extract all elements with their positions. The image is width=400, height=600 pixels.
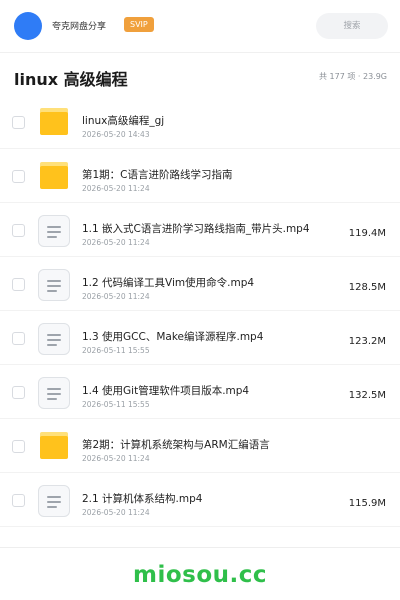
item-name: 1.4 使用Git管理软件项目版本.mp4 <box>82 385 250 397</box>
list-item[interactable]: 2.1 计算机体系结构.mp4 2026-05-20 11:24 115.9M <box>0 473 400 527</box>
svip-badge[interactable]: SVIP <box>124 17 154 32</box>
folder-header: linux 高级编程 共 177 项 · 23.9G <box>0 53 400 97</box>
list-item[interactable]: 1.3 使用GCC、Make编译源程序.mp4 2026-05-11 15:55 1… <box>0 311 400 365</box>
item-name: 1.3 使用GCC、Make编译源程序.mp4 <box>82 331 264 343</box>
watermark: miosou.cc <box>132 562 268 588</box>
list-item[interactable]: 1.1 嵌入式C语言进阶学习路线指南_带片头.mp4 2026-05-20 11:… <box>0 203 400 257</box>
folder-meta: 共 177 项 · 23.9G <box>319 72 387 81</box>
item-date: 2026-05-11 15:55 <box>82 400 150 409</box>
select-checkbox[interactable] <box>12 116 25 129</box>
item-name: 第2期：计算机系统架构与ARM汇编语言 <box>82 439 270 451</box>
document-icon <box>38 269 70 301</box>
item-date: 2026-05-11 15:55 <box>82 346 150 355</box>
list-item[interactable]: 1.4 使用Git管理软件项目版本.mp4 2026-05-11 15:55 132… <box>0 365 400 419</box>
item-name: 1.1 嵌入式C语言进阶学习路线指南_带片头.mp4 <box>82 223 310 235</box>
document-icon <box>38 377 70 409</box>
item-size: 123.2M <box>348 336 386 347</box>
item-name: 2.1 计算机体系结构.mp4 <box>82 493 203 505</box>
item-size: 128.5M <box>348 282 386 293</box>
item-size: 132.5M <box>348 390 386 401</box>
app-name: 夸克网盘分享 <box>52 22 107 32</box>
select-checkbox[interactable] <box>12 440 25 453</box>
item-size: 119.4M <box>348 228 386 239</box>
list-item[interactable]: linux高级编程_gj 2026-05-20 14:43 <box>0 95 400 149</box>
item-date: 2026-05-20 11:24 <box>82 508 150 517</box>
folder-icon <box>40 108 68 135</box>
select-checkbox[interactable] <box>12 170 25 183</box>
avatar[interactable] <box>14 12 42 40</box>
item-date: 2026-05-20 11:24 <box>82 292 150 301</box>
item-name: 1.2 代码编译工具Vim使用命令.mp4 <box>82 277 255 289</box>
folder-icon <box>40 162 68 189</box>
list-item[interactable]: 第2期：计算机系统架构与ARM汇编语言 2026-05-20 11:24 <box>0 419 400 473</box>
document-icon <box>38 215 70 247</box>
folder-icon <box>40 432 68 459</box>
search-button[interactable]: 搜索 <box>316 13 388 39</box>
item-name: linux高级编程_gj <box>82 115 165 127</box>
select-checkbox[interactable] <box>12 494 25 507</box>
item-date: 2026-05-20 11:24 <box>82 454 150 463</box>
item-date: 2026-05-20 14:43 <box>82 130 150 139</box>
select-checkbox[interactable] <box>12 386 25 399</box>
document-icon <box>38 485 70 517</box>
top-bar: 夸克网盘分享 SVIP 搜索 <box>0 0 400 52</box>
item-size: 115.9M <box>348 498 386 509</box>
select-checkbox[interactable] <box>12 278 25 291</box>
item-date: 2026-05-20 11:24 <box>82 184 150 193</box>
footer-divider <box>0 547 400 548</box>
file-list: linux高级编程_gj 2026-05-20 14:43 第1期：C语言进阶路线学… <box>0 95 400 527</box>
list-item[interactable]: 1.2 代码编译工具Vim使用命令.mp4 2026-05-20 11:24 128… <box>0 257 400 311</box>
folder-title: linux 高级编程 <box>14 70 128 89</box>
select-checkbox[interactable] <box>12 332 25 345</box>
document-icon <box>38 323 70 355</box>
select-checkbox[interactable] <box>12 224 25 237</box>
item-date: 2026-05-20 11:24 <box>82 238 150 247</box>
list-item[interactable]: 第1期：C语言进阶路线学习指南 2026-05-20 11:24 <box>0 149 400 203</box>
item-name: 第1期：C语言进阶路线学习指南 <box>82 169 233 181</box>
